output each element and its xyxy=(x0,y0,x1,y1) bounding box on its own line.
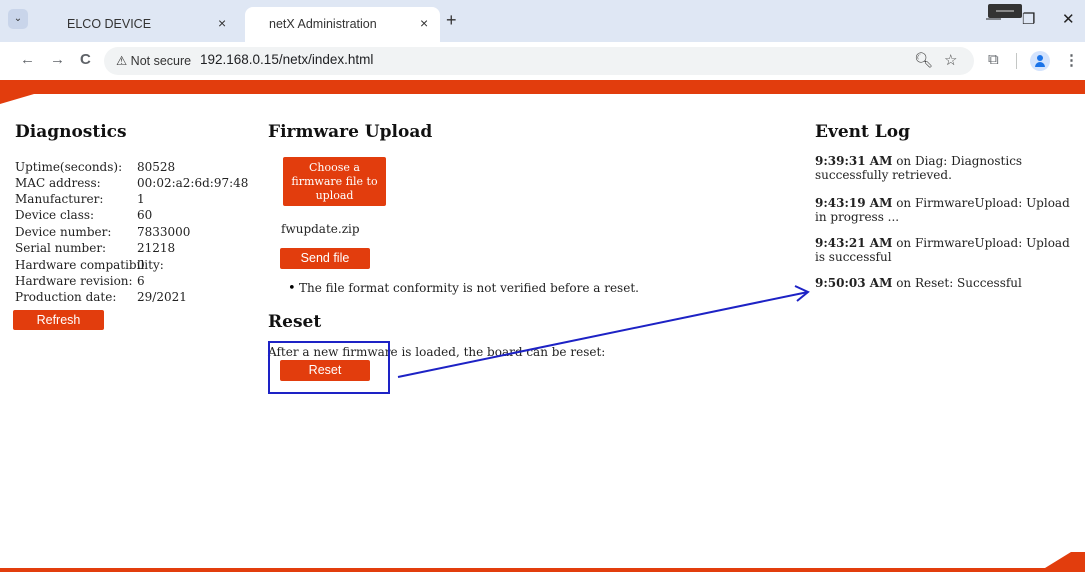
annotation-arrow xyxy=(397,285,810,378)
annotation-arrow-line xyxy=(397,291,809,378)
